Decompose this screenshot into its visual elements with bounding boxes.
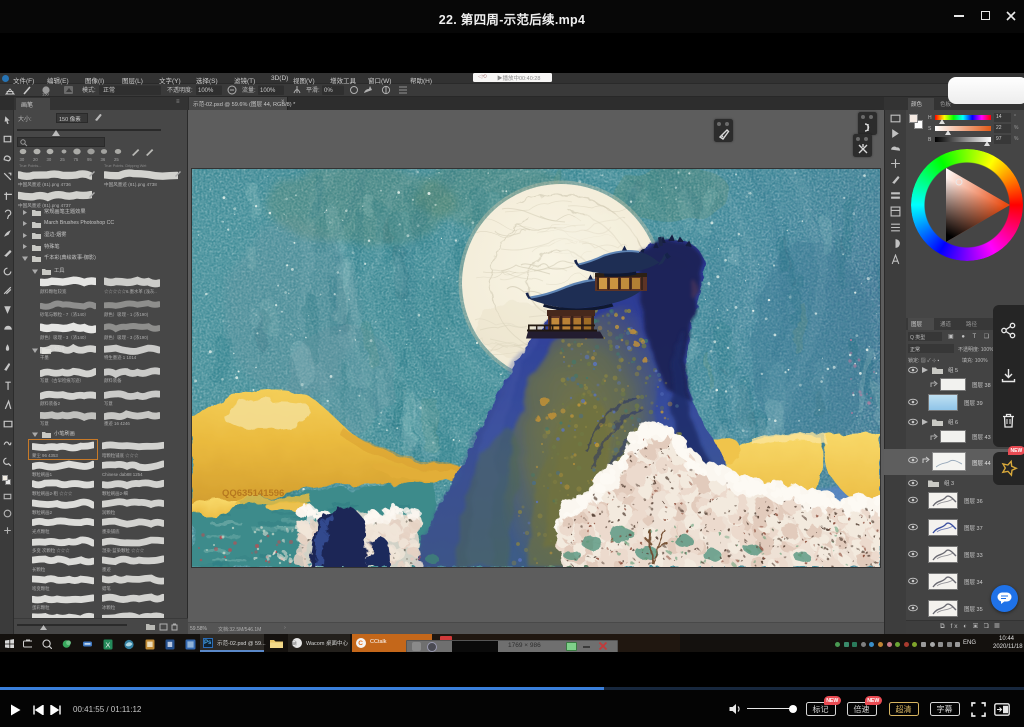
svg-text:100%: 100% [198, 88, 214, 94]
svg-text:0%: 0% [324, 88, 333, 94]
svg-text:X: X [105, 640, 110, 649]
svg-text:流量:: 流量: [242, 86, 256, 94]
svg-text:平滑:: 平滑: [306, 86, 320, 94]
svg-text:模式:: 模式: [82, 86, 96, 94]
svg-text:150: 150 [42, 92, 49, 97]
svg-text:QQ635141596: QQ635141596 [222, 488, 284, 499]
svg-text:100%: 100% [260, 88, 276, 94]
svg-text:正常: 正常 [103, 86, 115, 94]
svg-text:不透明度:: 不透明度: [167, 86, 193, 94]
